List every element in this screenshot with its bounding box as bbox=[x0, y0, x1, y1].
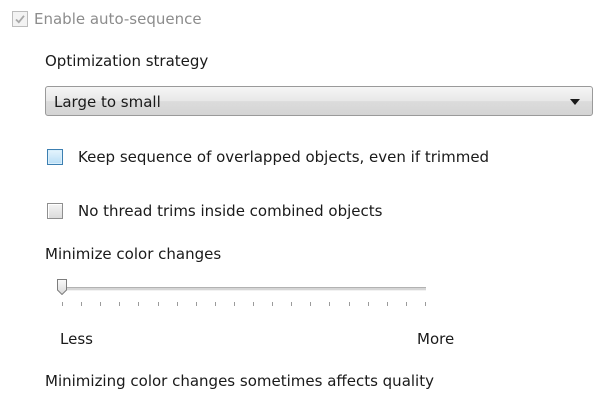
slider-tick bbox=[272, 302, 273, 306]
slider-tick bbox=[310, 302, 311, 306]
optimization-strategy-value: Large to small bbox=[54, 93, 161, 111]
no-thread-trims-label[interactable]: No thread trims inside combined objects bbox=[78, 202, 382, 220]
slider-tick bbox=[62, 302, 63, 306]
slider-tick bbox=[119, 302, 120, 306]
color-changes-quality-note: Minimizing color changes sometimes affec… bbox=[45, 372, 434, 390]
checkmark-icon bbox=[15, 15, 25, 24]
slider-min-label: Less bbox=[60, 330, 93, 348]
color-changes-slider-thumb[interactable] bbox=[57, 279, 67, 295]
optimization-strategy-label: Optimization strategy bbox=[45, 52, 209, 70]
no-thread-trims-checkbox[interactable] bbox=[47, 203, 63, 219]
slider-tick bbox=[234, 302, 235, 306]
slider-tick bbox=[387, 302, 388, 306]
slider-tick bbox=[253, 302, 254, 306]
slider-tick bbox=[196, 302, 197, 306]
slider-max-label: More bbox=[417, 330, 455, 348]
slider-tick bbox=[100, 302, 101, 306]
minimize-color-changes-label: Minimize color changes bbox=[45, 245, 222, 263]
slider-tick bbox=[406, 302, 407, 306]
slider-tick bbox=[329, 302, 330, 306]
chevron-down-icon bbox=[570, 99, 580, 105]
keep-sequence-label[interactable]: Keep sequence of overlapped objects, eve… bbox=[78, 148, 489, 166]
slider-tick bbox=[215, 302, 216, 306]
slider-tick bbox=[425, 302, 426, 306]
slider-tick bbox=[349, 302, 350, 306]
slider-tick bbox=[81, 302, 82, 306]
optimization-strategy-dropdown[interactable]: Large to small bbox=[45, 86, 593, 116]
slider-tick bbox=[291, 302, 292, 306]
slider-tick bbox=[177, 302, 178, 306]
color-changes-slider-track[interactable] bbox=[60, 287, 426, 291]
enable-auto-sequence-checkbox[interactable] bbox=[12, 11, 28, 27]
slider-tick bbox=[158, 302, 159, 306]
keep-sequence-checkbox[interactable] bbox=[47, 149, 63, 165]
slider-tick bbox=[368, 302, 369, 306]
enable-auto-sequence-label: Enable auto-sequence bbox=[34, 10, 202, 28]
slider-tick bbox=[138, 302, 139, 306]
